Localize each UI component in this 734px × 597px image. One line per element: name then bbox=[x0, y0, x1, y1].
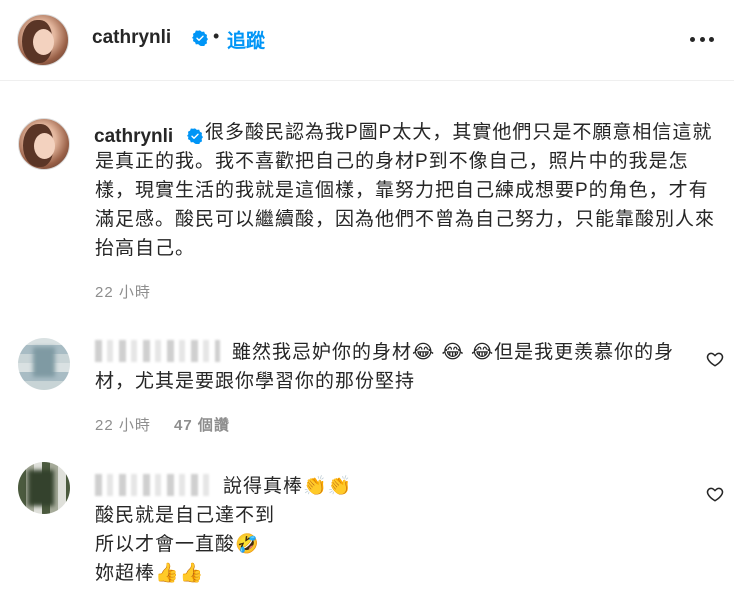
comment-line: 所以才會一直酸🤣 bbox=[95, 534, 260, 555]
avatar-face-shape bbox=[33, 29, 54, 55]
verified-badge-icon bbox=[192, 30, 208, 46]
comment-timestamp[interactable]: 22 小時 bbox=[95, 414, 151, 435]
comment-avatar-blurred[interactable] bbox=[18, 462, 70, 514]
instagram-post-panel: cathrynli • 追蹤 很多酸民認為我P圖P太大，其實他們只是不願意相信這… bbox=[0, 0, 734, 597]
more-dot bbox=[699, 37, 705, 42]
comment-username-blurred[interactable] bbox=[95, 474, 215, 496]
caption-timestamp[interactable]: 22 小時 bbox=[95, 281, 151, 302]
comment-line: 酸民就是自己達不到 bbox=[95, 505, 276, 526]
verified-badge-icon bbox=[187, 128, 203, 144]
comment-like-count[interactable]: 47 個讚 bbox=[174, 414, 230, 435]
more-options-icon[interactable] bbox=[690, 37, 714, 43]
caption-username[interactable]: cathrynli bbox=[94, 126, 173, 148]
header-avatar[interactable] bbox=[17, 14, 69, 66]
caption-avatar[interactable] bbox=[18, 118, 70, 170]
header-username[interactable]: cathrynli bbox=[92, 27, 171, 49]
heart-outline-icon[interactable] bbox=[706, 485, 724, 503]
more-dot bbox=[690, 37, 695, 42]
comment-line: 妳超棒👍👍 bbox=[95, 563, 205, 584]
comment-avatar-blurred[interactable] bbox=[18, 338, 70, 390]
comment-username-blurred[interactable] bbox=[95, 340, 220, 362]
header-dot-separator: • bbox=[213, 26, 220, 46]
follow-button[interactable]: 追蹤 bbox=[227, 26, 265, 53]
heart-outline-icon[interactable] bbox=[706, 350, 724, 368]
more-dot bbox=[709, 37, 714, 42]
post-header: cathrynli • 追蹤 bbox=[0, 0, 734, 81]
avatar-face-shape bbox=[34, 133, 55, 159]
